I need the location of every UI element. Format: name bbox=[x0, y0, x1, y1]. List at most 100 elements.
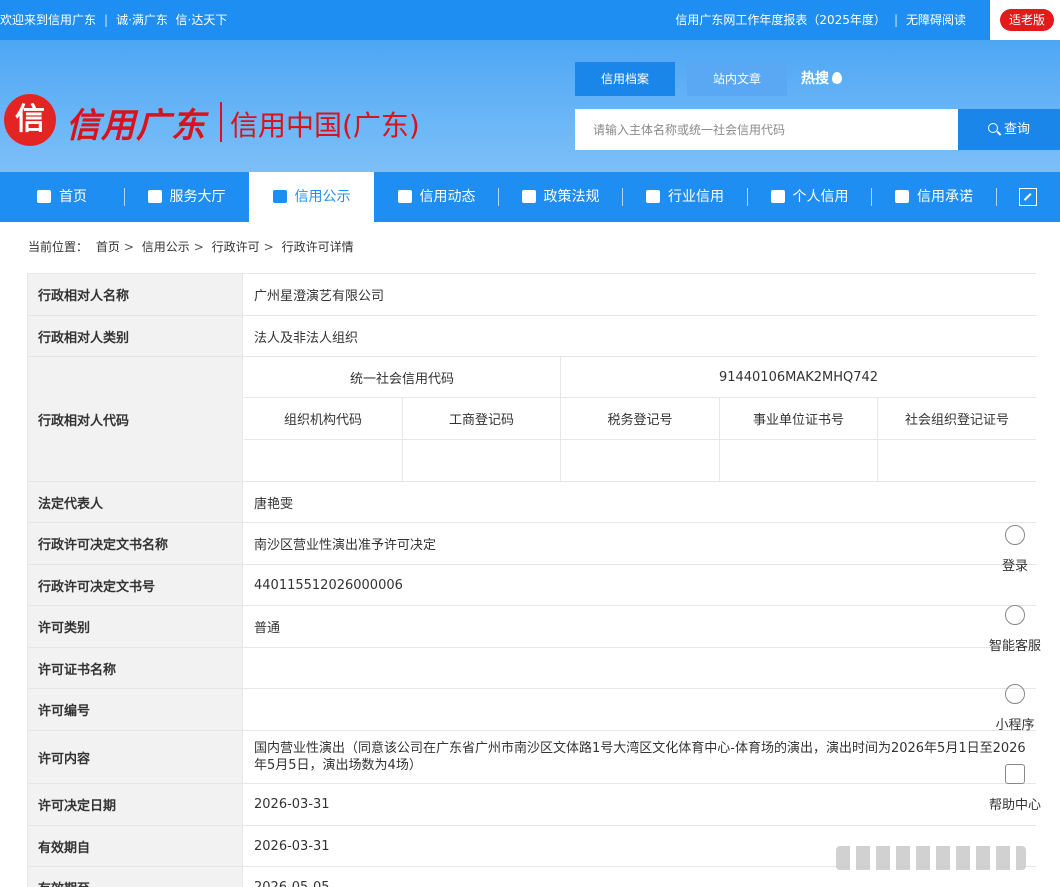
nav-item-credit-publicity[interactable]: 信用公示 bbox=[249, 172, 374, 222]
building-icon bbox=[646, 190, 660, 203]
breadcrumb-home[interactable]: 首页 bbox=[96, 240, 120, 254]
customer-service-label: 智能客服 bbox=[988, 639, 1041, 654]
id-card-icon bbox=[770, 190, 785, 203]
nav-item-label: 服务大厅 bbox=[169, 189, 226, 205]
mini-program-button[interactable]: 小程序 bbox=[980, 684, 1050, 733]
search-input[interactable] bbox=[575, 109, 958, 150]
nav-item-industry-credit[interactable]: 行业信用 bbox=[623, 172, 747, 222]
tab-credit-archive[interactable]: 信用档案 bbox=[575, 62, 675, 96]
document-icon bbox=[521, 190, 536, 203]
table-row: 许可决定日期 2026-03-31 bbox=[28, 784, 1036, 826]
nav-item-home[interactable]: 首页 bbox=[0, 172, 124, 222]
help-center-button[interactable]: 帮助中心 bbox=[980, 764, 1050, 813]
nav-separator bbox=[996, 188, 997, 206]
nav-item-service-hall[interactable]: 服务大厅 bbox=[125, 172, 248, 222]
elder-mode-button[interactable]: 适老版 bbox=[999, 9, 1054, 31]
accessibility-link[interactable]: 无障碍阅读 bbox=[906, 13, 966, 27]
search-icon bbox=[987, 123, 998, 133]
annual-report-link[interactable]: 信用广东网工作年度报表（2025年度） bbox=[675, 13, 886, 27]
code-header-social-org: 社会组织登记证号 bbox=[878, 398, 1036, 440]
code-value-institution bbox=[720, 440, 878, 481]
table-row: 许可编号 bbox=[28, 689, 1036, 731]
code-header-tax: 税务登记号 bbox=[561, 398, 720, 440]
field-value bbox=[244, 689, 1036, 730]
top-bar: 欢迎来到信用广东 | 诚·满广东 信·达天下 信用广东网工作年度报表（2025年度）… bbox=[0, 0, 1060, 40]
grid-icon bbox=[147, 190, 162, 203]
table-row: 行政相对人名称 广州星澄演艺有限公司 bbox=[28, 274, 1036, 316]
hot-search-link[interactable]: 热搜 bbox=[801, 62, 842, 96]
help-center-label: 帮助中心 bbox=[988, 798, 1041, 813]
uscc-value: 91440106MAK2MHQ742 bbox=[561, 357, 1036, 398]
fire-icon bbox=[832, 72, 842, 84]
field-label: 许可内容 bbox=[28, 731, 243, 783]
search-button[interactable]: 查询 bbox=[958, 109, 1060, 150]
table-row: 许可类别 普通 bbox=[28, 606, 1036, 648]
breadcrumb-separator: > bbox=[193, 240, 204, 254]
logo-emblem-icon: 信 bbox=[4, 94, 56, 146]
field-value: 普通 bbox=[254, 621, 281, 636]
scroll-indicator[interactable] bbox=[836, 846, 1026, 870]
table-row: 行政相对人类别 法人及非法人组织 bbox=[28, 316, 1036, 357]
login-label: 登录 bbox=[1001, 559, 1028, 574]
nav-item-credit-commitment[interactable]: 信用承诺 bbox=[872, 172, 996, 222]
table-row: 许可内容 国内营业性演出（同意该公司在广东省广州市南沙区文体路1号大湾区文化体育… bbox=[28, 731, 1036, 784]
expand-icon[interactable] bbox=[1019, 188, 1037, 206]
breadcrumb-separator: > bbox=[123, 240, 134, 254]
login-button[interactable]: 登录 bbox=[980, 525, 1050, 574]
field-label: 行政相对人类别 bbox=[28, 316, 243, 356]
field-value: 唐艳雯 bbox=[254, 496, 294, 512]
field-label: 行政许可决定文书号 bbox=[28, 565, 243, 605]
table-row: 有效期至 2026-05-05 bbox=[28, 867, 1036, 887]
elder-mode-area: 适老版 bbox=[990, 0, 1060, 40]
field-value: 广州星澄演艺有限公司 bbox=[254, 289, 385, 304]
nav-item-label: 信用公示 bbox=[294, 189, 351, 205]
mini-program-icon bbox=[1005, 684, 1025, 704]
nav-item-label: 行业信用 bbox=[668, 189, 724, 205]
nav-item-label: 个人信用 bbox=[792, 189, 849, 205]
table-row: 行政许可决定文书号 440115512026000006 bbox=[28, 565, 1036, 606]
slogan-1: 诚·满广东 bbox=[116, 13, 168, 27]
field-value: 法人及非法人组织 bbox=[254, 330, 359, 346]
field-value: 国内营业性演出（同意该公司在广东省广州市南沙区文体路1号大湾区文化体育中心-体育… bbox=[254, 741, 1026, 773]
code-header-business: 工商登记码 bbox=[403, 398, 561, 440]
mini-program-label: 小程序 bbox=[995, 718, 1035, 733]
breadcrumb-separator: > bbox=[263, 240, 274, 254]
field-label: 法定代表人 bbox=[28, 482, 243, 522]
field-value: 2026-05-05 bbox=[254, 879, 330, 887]
code-value-business bbox=[403, 440, 561, 481]
shield-icon bbox=[895, 190, 909, 203]
field-label: 有效期至 bbox=[28, 867, 243, 887]
tab-site-articles[interactable]: 站内文章 bbox=[687, 62, 787, 96]
field-value: 440115512026000006 bbox=[254, 577, 403, 593]
logo-divider bbox=[220, 102, 222, 142]
field-value: 2026-03-31 bbox=[254, 797, 330, 812]
home-icon bbox=[37, 190, 51, 203]
nav-item-credit-news[interactable]: 信用动态 bbox=[375, 172, 498, 222]
nav-item-label: 信用动态 bbox=[419, 189, 476, 205]
nav-item-personal-credit[interactable]: 个人信用 bbox=[748, 172, 871, 222]
breadcrumb-admin-license[interactable]: 行政许可 bbox=[212, 240, 260, 254]
breadcrumb-current: 行政许可详情 bbox=[281, 240, 354, 254]
code-value-org bbox=[244, 440, 403, 481]
field-label: 许可编号 bbox=[28, 689, 243, 730]
breadcrumb-prefix: 当前位置： bbox=[28, 240, 89, 254]
nav-item-policies[interactable]: 政策法规 bbox=[499, 172, 622, 222]
nav-item-label: 政策法规 bbox=[543, 189, 600, 205]
nav-item-label: 信用承诺 bbox=[917, 189, 973, 205]
headset-icon bbox=[1005, 605, 1025, 625]
table-row: 行政许可决定文书名称 南沙区营业性演出准予许可决定 bbox=[28, 523, 1036, 565]
help-icon bbox=[1005, 764, 1025, 784]
code-grid: 统一社会信用代码 91440106MAK2MHQ742 组织机构代码 工商登记码… bbox=[244, 357, 1036, 481]
welcome-area: 欢迎来到信用广东 | 诚·满广东 信·达天下 bbox=[0, 11, 227, 28]
main-nav: 首页 服务大厅 信用公示 信用动态 政策法规 行业信用 个人信用 信用承诺 bbox=[0, 172, 1060, 222]
logo-sub-text: 信用中国(广东) bbox=[230, 109, 420, 142]
breadcrumb-credit-publicity[interactable]: 信用公示 bbox=[142, 240, 190, 254]
field-label: 有效期自 bbox=[28, 826, 243, 866]
customer-service-button[interactable]: 智能客服 bbox=[980, 605, 1050, 654]
search-button-label: 查询 bbox=[1003, 122, 1030, 137]
welcome-text: 欢迎来到信用广东 bbox=[0, 13, 97, 27]
news-icon bbox=[397, 190, 412, 203]
field-value bbox=[244, 648, 1036, 688]
field-label: 许可证书名称 bbox=[28, 648, 243, 688]
breadcrumb: 当前位置： 首页 > 信用公示 > 行政许可 > 行政许可详情 bbox=[28, 238, 358, 255]
